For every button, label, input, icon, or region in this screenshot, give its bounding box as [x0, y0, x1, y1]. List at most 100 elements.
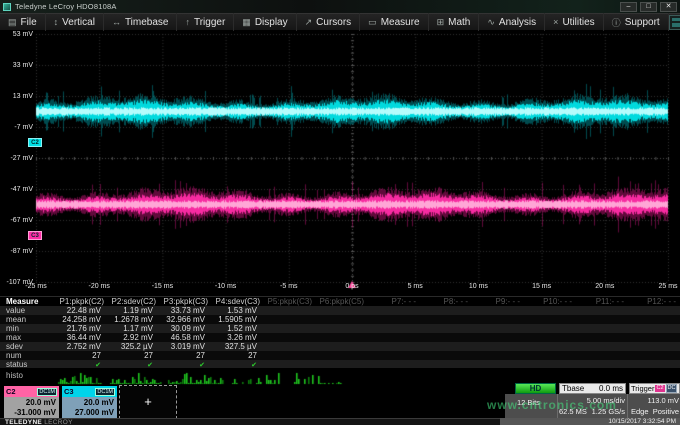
y-axis-tick: 33 mV: [2, 62, 33, 69]
channel-c2-coupling-badge: DC1M: [37, 388, 57, 396]
menu-right-cluster: Norm Gesture ↩Undo: [669, 15, 680, 30]
channel-c2-label: C2: [6, 387, 16, 396]
menu-item-cursors[interactable]: ↗Cursors: [297, 13, 361, 31]
trigger-slope: Positive: [629, 407, 679, 416]
y-axis-tick: 53 mV: [2, 31, 33, 38]
x-axis-tick: 15 ms: [520, 283, 564, 290]
measure-cell-num-p2: 27: [108, 351, 160, 360]
channel-c2-offset: -31.000 mV: [14, 408, 56, 417]
app-icon: [3, 3, 11, 11]
measure-column-header-p8[interactable]: P8:- - -: [420, 297, 472, 306]
x-axis-tick: -20 ms: [77, 283, 121, 290]
x-axis-tick: 10 ms: [456, 283, 500, 290]
menu-item-analysis[interactable]: ∿ Analysis: [479, 13, 545, 31]
menu-item-label: Timebase: [125, 17, 169, 28]
measure-column-header-p1[interactable]: P1:pkpk(C2): [56, 297, 108, 306]
measure-cell-sdev-p1: 2.752 mV: [56, 342, 108, 351]
channel-c3-descriptor-box[interactable]: C3 DC1M 20.0 mV 27.000 mV: [61, 385, 118, 419]
grid-display-button[interactable]: [669, 15, 680, 30]
x-axis-tick: -15 ms: [140, 283, 184, 290]
measure-cell-value-p2: 1.19 mV: [108, 306, 160, 315]
channel-c3-coupling-badge: DC1M: [95, 388, 115, 396]
channel-c3-volts-div: 20.0 mV: [84, 398, 114, 407]
menu-item-support[interactable]: ⓘSupport: [604, 13, 669, 31]
measure-column-header-p12[interactable]: P12:- - -: [628, 297, 680, 306]
channel-c2-offset-marker[interactable]: C2: [28, 138, 42, 147]
timestamp: 10/15/2017 3:32:54 PM: [500, 418, 680, 425]
menu-item-label: File: [21, 17, 37, 28]
x-axis-tick: 5 ms: [393, 283, 437, 290]
measure-cell-max-p4: 3.26 mV: [212, 333, 264, 342]
brand-logo: TELEDYNE LECROY: [5, 419, 73, 425]
menu-item-label: Vertical: [62, 17, 95, 28]
menu-item-utilities[interactable]: ×Utilities: [545, 13, 604, 31]
minimize-button[interactable]: –: [620, 2, 637, 12]
measure-column-header-p11[interactable]: P11:- - -: [576, 297, 628, 306]
menu-item-label: Display: [255, 17, 288, 28]
measure-row-label-sdev: sdev: [0, 342, 56, 351]
waveform-grid[interactable]: 53 mV33 mV13 mV-7 mV-27 mV-47 mV-67 mV-8…: [0, 31, 680, 296]
measure-cell-max-p2: 2.92 mV: [108, 333, 160, 342]
measure-cell-max-p3: 46.58 mV: [160, 333, 212, 342]
close-button[interactable]: ✕: [660, 2, 677, 12]
y-axis-tick: 13 mV: [2, 93, 33, 100]
channel-c3-offset-marker[interactable]: C3: [28, 231, 42, 240]
measure-cell-min-p1: 21.76 mV: [56, 324, 108, 333]
menu-items: ▤File↕Vertical ↔ Timebase ↑Trigger ▦ Display ↗…: [0, 13, 669, 31]
menu-item-label: Cursors: [316, 17, 351, 28]
measure-column-header-p10[interactable]: P10:- - -: [524, 297, 576, 306]
measure-column-header-p4[interactable]: P4:sdev(C3): [212, 297, 264, 306]
trigger-source-badge: C2: [655, 385, 664, 392]
menu-item-file[interactable]: ▤File: [0, 13, 46, 31]
window-controls: –□✕: [620, 2, 677, 12]
support-icon: ⓘ: [612, 16, 621, 29]
status-bar: TELEDYNE LECROY 10/15/2017 3:32:54 PM: [0, 418, 680, 425]
menu-item-timebase[interactable]: ↔ Timebase: [104, 13, 178, 31]
x-axis-tick: 20 ms: [583, 283, 627, 290]
menu-item-display[interactable]: ▦ Display: [234, 13, 296, 31]
channel-c2-volts-div: 20.0 mV: [26, 398, 56, 407]
y-axis-tick: -27 mV: [2, 155, 33, 162]
menu-item-trigger[interactable]: ↑Trigger: [177, 13, 234, 31]
waveform-canvas[interactable]: [0, 31, 680, 296]
measure-column-header-p6[interactable]: P6:pkpk(C5): [316, 297, 368, 306]
measure-cell-sdev-p3: 3.019 mV: [160, 342, 212, 351]
menu-bar: ▤File↕Vertical ↔ Timebase ↑Trigger ▦ Display ↗…: [0, 13, 680, 31]
menu-item-vertical[interactable]: ↕Vertical: [46, 13, 104, 31]
measure-column-header-p7[interactable]: P7:- - -: [368, 297, 420, 306]
measure-column-header-p9[interactable]: P9:- - -: [472, 297, 524, 306]
menu-item-label: Analysis: [499, 17, 536, 28]
timebase-icon: ↔: [112, 17, 121, 27]
sample-rate: 1.25 GS/s: [559, 407, 625, 416]
trigger-coupling-badge: DC: [666, 384, 678, 393]
measure-icon: ▭: [368, 17, 377, 28]
timebase-button[interactable]: Tbase 0.0 ms: [559, 383, 626, 394]
measure-cell-min-p3: 30.09 mV: [160, 324, 212, 333]
analysis-icon: ∿: [487, 17, 495, 28]
trigger-level: 113.0 mV: [629, 396, 679, 405]
display-icon: ▦: [242, 17, 251, 28]
add-channel-button[interactable]: +: [119, 385, 177, 419]
measure-cell-num-p4: 27: [212, 351, 264, 360]
measure-column-header-p3[interactable]: P3:pkpk(C3): [160, 297, 212, 306]
x-axis-tick: 25 ms: [646, 283, 680, 290]
hd-mode-button[interactable]: HD: [515, 383, 556, 394]
measure-column-header-p5[interactable]: P5:pkpk(C3): [264, 297, 316, 306]
channel-c2-descriptor-box[interactable]: C2 DC1M 20.0 mV -31.000 mV: [3, 385, 60, 419]
trigger-button[interactable]: Trigger C2 DC: [629, 383, 680, 394]
measure-cell-min-p4: 1.52 mV: [212, 324, 264, 333]
oscilloscope-app: Teledyne LeCroy HDO8108A –□✕ ▤File↕Verti…: [0, 0, 680, 425]
timebase-label: Tbase: [562, 384, 584, 393]
measure-cell-sdev-p2: 325.2 µV: [108, 342, 160, 351]
maximize-button[interactable]: □: [640, 2, 657, 12]
menu-item-math[interactable]: ⊞Math: [429, 13, 480, 31]
measure-cell-value-p3: 33.73 mV: [160, 306, 212, 315]
measure-column-header-p2[interactable]: P2:sdev(C2): [108, 297, 160, 306]
measure-cell-num-p3: 27: [160, 351, 212, 360]
channel-c3-label: C3: [64, 387, 74, 396]
measure-row-label-max: max: [0, 333, 56, 342]
cursors-icon: ↗: [305, 17, 313, 28]
measure-cell-mean-p1: 24.258 mV: [56, 315, 108, 324]
menu-item-measure[interactable]: ▭Measure: [360, 13, 428, 31]
channel-c3-offset: 27.000 mV: [75, 408, 114, 417]
